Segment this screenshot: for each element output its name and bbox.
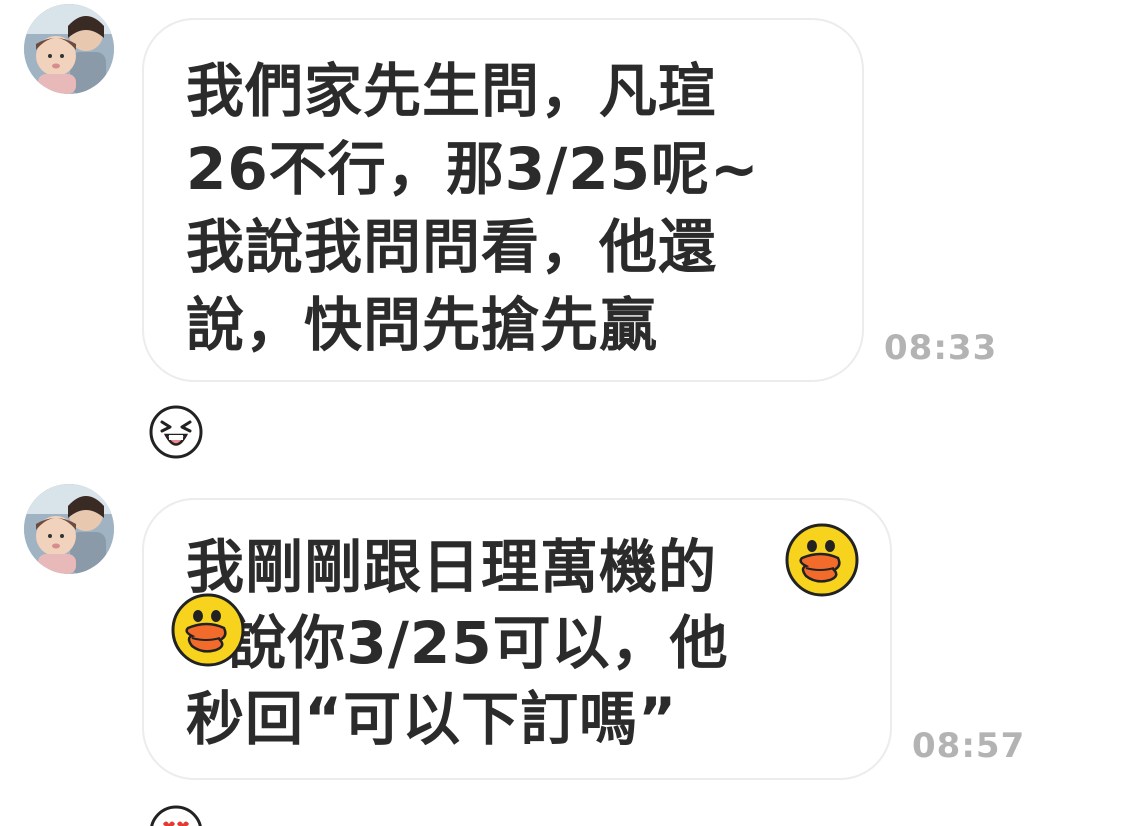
message-bubble[interactable]: 我們家先生問，凡瑄 26不行，那3/25呢~ 我說我問問看，他還 說，快問先搶先… xyxy=(142,18,864,382)
message-line: 26不行，那3/25呢~ xyxy=(186,135,760,203)
chat-thread: 我們家先生問，凡瑄 26不行，那3/25呢~ 我說我問問看，他還 說，快問先搶先… xyxy=(0,0,1125,826)
message-line: 我們家先生問，凡瑄 xyxy=(186,57,718,125)
message-bubble[interactable]: 我剛剛跟日理萬機的 說你3/25可以，他 秒回“可以下訂嗎” xyxy=(142,498,892,780)
heart-eyes-face-icon[interactable] xyxy=(148,804,204,826)
avatar-photo-icon xyxy=(24,4,114,94)
heart-eyes-face-icon xyxy=(150,805,202,826)
sally-duck-emoji-icon xyxy=(785,523,859,597)
avatar[interactable] xyxy=(24,484,114,574)
timestamp: 08:57 xyxy=(912,726,1026,766)
message-line: 說，快問先搶先贏 xyxy=(186,291,659,359)
avatar-photo-icon xyxy=(24,484,114,574)
message-line: 我剛剛跟日理萬機的 xyxy=(186,533,718,601)
sally-duck-emoji-icon xyxy=(171,593,245,667)
avatar[interactable] xyxy=(24,4,114,94)
timestamp: 08:33 xyxy=(884,328,998,368)
laughing-face-icon xyxy=(149,405,203,459)
message-line: 秒回“可以下訂嗎” xyxy=(186,685,678,753)
laughing-face-icon[interactable] xyxy=(148,404,204,460)
message-line: 說你3/25可以，他 xyxy=(186,609,729,677)
message-line: 我說我問問看，他還 xyxy=(186,213,718,281)
